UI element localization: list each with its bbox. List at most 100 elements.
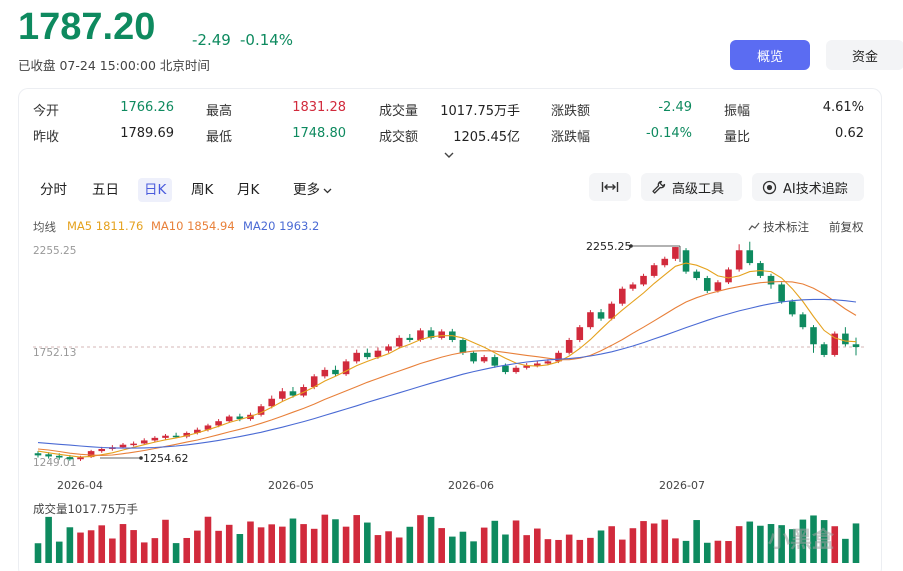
volume-bar — [257, 527, 265, 563]
candle[interactable] — [119, 444, 127, 448]
candle[interactable] — [703, 278, 711, 291]
candle[interactable] — [597, 312, 605, 319]
candle[interactable] — [406, 337, 414, 340]
candle[interactable] — [151, 437, 159, 441]
candle[interactable] — [45, 454, 52, 457]
volume-bar — [555, 539, 562, 563]
x-tick-label: 2026-04 — [57, 479, 103, 492]
volume-bar — [247, 521, 254, 563]
candle[interactable] — [544, 361, 552, 364]
volume-bar — [310, 528, 318, 563]
volume-bar — [576, 539, 584, 563]
volume-bar — [449, 536, 456, 563]
candle[interactable] — [98, 448, 106, 452]
candle[interactable] — [757, 263, 764, 276]
candle[interactable] — [608, 303, 615, 319]
candle[interactable] — [810, 327, 817, 345]
volume-bar — [852, 523, 860, 563]
candle[interactable] — [512, 367, 520, 373]
volume-bar — [332, 519, 339, 563]
candle[interactable] — [820, 344, 828, 355]
volume-bar — [55, 541, 63, 563]
candle[interactable] — [289, 391, 297, 396]
ma10-line — [37, 280, 857, 456]
volume-bar — [321, 514, 329, 563]
volume-bar — [300, 524, 307, 563]
volume-bar — [746, 521, 754, 563]
candle[interactable] — [788, 301, 796, 315]
candle[interactable] — [661, 258, 669, 266]
volume-bar — [162, 519, 169, 563]
candle[interactable] — [215, 421, 222, 426]
candle[interactable] — [353, 352, 360, 362]
candle[interactable] — [778, 284, 785, 302]
candle[interactable] — [438, 331, 445, 338]
candle[interactable] — [629, 284, 637, 289]
low-annotation: 1254.62 — [143, 452, 189, 465]
x-tick-label: 2026-06 — [448, 479, 494, 492]
candle[interactable] — [682, 250, 690, 272]
candle[interactable] — [385, 346, 392, 351]
candle[interactable] — [502, 365, 509, 373]
candle[interactable] — [767, 275, 775, 285]
candle[interactable] — [459, 339, 467, 353]
volume-bar — [364, 522, 371, 563]
candle[interactable] — [268, 398, 276, 407]
candle[interactable] — [587, 312, 594, 328]
candle[interactable] — [225, 416, 233, 422]
high-annotation: 2255.25 — [586, 240, 632, 253]
x-tick-label: 2026-05 — [268, 479, 314, 492]
candle[interactable] — [693, 271, 700, 279]
candle[interactable] — [565, 339, 573, 353]
volume-bar — [268, 524, 276, 563]
candle[interactable] — [470, 352, 477, 362]
volume-bar — [587, 537, 594, 563]
volume-bar — [194, 530, 201, 563]
candle[interactable] — [140, 440, 148, 444]
volume-bar — [608, 526, 615, 563]
candle[interactable] — [672, 247, 679, 259]
candle[interactable] — [640, 275, 647, 285]
candle[interactable] — [55, 455, 63, 458]
volume-bar — [45, 516, 52, 563]
candle[interactable] — [480, 357, 488, 362]
volume-bar — [703, 542, 711, 563]
volume-bar — [661, 519, 669, 563]
candle[interactable] — [714, 282, 722, 291]
candle[interactable] — [77, 457, 84, 460]
volume-bar — [544, 539, 552, 563]
candlestick-chart[interactable]: 2255.25 1752.13 1249.01 2026-04 2026-05 … — [0, 0, 903, 571]
candle[interactable] — [66, 457, 74, 460]
candle[interactable] — [618, 288, 626, 304]
candle[interactable] — [852, 344, 860, 348]
candle[interactable] — [735, 250, 743, 270]
candle[interactable] — [725, 269, 732, 283]
volume-bar — [427, 516, 435, 563]
volume-bar — [491, 520, 499, 563]
volume-bar — [640, 521, 647, 563]
volume-bar — [735, 526, 743, 563]
x-tick-label: 2026-07 — [659, 479, 705, 492]
candle[interactable] — [321, 369, 329, 377]
volume-bar — [172, 543, 180, 563]
candle[interactable] — [130, 443, 137, 446]
candle[interactable] — [576, 327, 584, 340]
volume-bar — [87, 530, 95, 563]
volume-bar — [629, 528, 637, 563]
candle[interactable] — [650, 265, 658, 276]
candle[interactable] — [746, 250, 754, 264]
candle[interactable] — [799, 314, 807, 328]
candle[interactable] — [395, 337, 403, 347]
candle[interactable] — [332, 369, 339, 375]
candle[interactable] — [279, 391, 286, 399]
volume-bar — [650, 523, 658, 563]
volume-bar — [502, 534, 509, 563]
volume-bar — [417, 515, 424, 563]
candle[interactable] — [364, 352, 371, 358]
volume-bar — [618, 539, 626, 563]
candle[interactable] — [491, 357, 499, 366]
volume-bar — [66, 527, 74, 563]
candle[interactable] — [842, 333, 849, 345]
candle[interactable] — [162, 435, 169, 438]
candle[interactable] — [34, 453, 42, 456]
